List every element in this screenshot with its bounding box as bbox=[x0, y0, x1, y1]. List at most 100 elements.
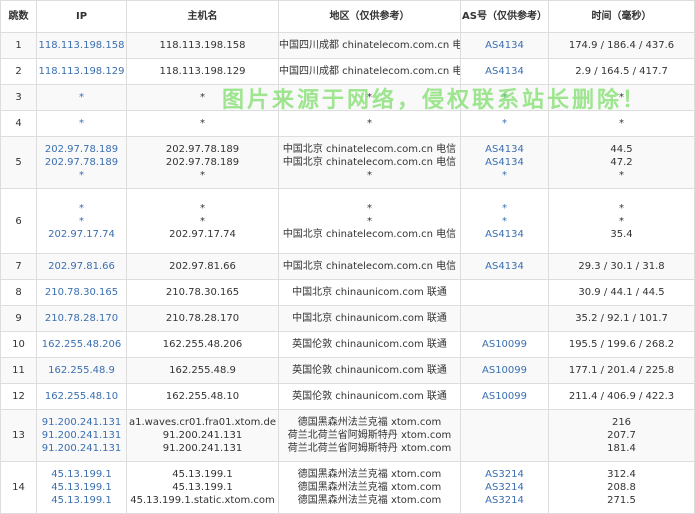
region-line: * bbox=[367, 202, 372, 214]
time-line: 208.8 bbox=[607, 482, 636, 493]
ip-cell: 210.78.28.170 bbox=[36, 305, 127, 332]
host-line: 45.13.199.1.static.xtom.com bbox=[130, 495, 275, 506]
ip-line: * bbox=[79, 202, 84, 214]
region-line: * bbox=[367, 92, 372, 103]
region-line: 英国伦敦 chinaunicom.com 联通 bbox=[292, 391, 447, 402]
ip-line: 162.255.48.206 bbox=[41, 339, 122, 350]
time-cell: 29.3 / 30.1 / 31.8 bbox=[548, 253, 695, 280]
ip-line: 162.255.48.9 bbox=[48, 365, 115, 376]
region-cell: 中国北京 chinaunicom.com 联通 bbox=[278, 279, 461, 306]
ip-cell: * * 202.97.17.74 bbox=[36, 188, 127, 254]
table-row: 1 118.113.198.158 118.113.198.158 中国四川成都 ch… bbox=[0, 32, 695, 59]
as-cell: AS4134 bbox=[460, 253, 549, 280]
region-line: * bbox=[367, 118, 372, 129]
region-line: 德国黑森州法兰克福 xtom.com bbox=[297, 417, 442, 428]
hop-cell: 12 bbox=[0, 383, 37, 410]
header-time: 时间（毫秒） bbox=[548, 0, 695, 33]
host-line: 91.200.241.131 bbox=[162, 443, 243, 454]
host-line: 202.97.81.66 bbox=[169, 261, 236, 272]
time-line: * bbox=[619, 202, 624, 214]
time-line: 29.3 / 30.1 / 31.8 bbox=[578, 261, 665, 272]
time-cell: * * 35.4 bbox=[548, 188, 695, 254]
region-line: 中国四川成都 chinatelecom.com.cn 电信 bbox=[279, 40, 461, 51]
region-line: * bbox=[367, 215, 372, 227]
as-cell: ​ bbox=[460, 279, 549, 306]
table-row: 7 202.97.81.66 202.97.81.66 中国北京 chinatelec… bbox=[0, 253, 695, 280]
traceroute-table: 跳数 IP 主机名 地区（仅供参考） AS号（仅供参考） 时间（毫秒） 1 118… bbox=[0, 0, 695, 514]
time-line: 181.4 bbox=[607, 443, 636, 454]
region-line: 中国四川成都 chinatelecom.com.cn 电信 bbox=[279, 66, 461, 77]
ip-line: 202.97.17.74 bbox=[48, 228, 115, 240]
host-cell: 118.113.198.129 bbox=[126, 58, 279, 85]
as-cell: AS10099 bbox=[460, 357, 549, 384]
ip-cell: 118.113.198.158 bbox=[36, 32, 127, 59]
as-line: * bbox=[502, 170, 507, 181]
as-cell: AS4134 bbox=[460, 58, 549, 85]
ip-line: 202.97.78.189 bbox=[44, 144, 119, 155]
time-cell: 30.9 / 44.1 / 44.5 bbox=[548, 279, 695, 306]
ip-cell: 45.13.199.1 45.13.199.1 45.13.199.1 bbox=[36, 461, 127, 514]
as-line: * bbox=[502, 92, 507, 103]
region-cell: 英国伦敦 chinaunicom.com 联通 bbox=[278, 383, 461, 410]
hop-cell: 4 bbox=[0, 110, 37, 137]
hop-cell: 7 bbox=[0, 253, 37, 280]
region-cell: * * 中国北京 chinatelecom.com.cn 电信 bbox=[278, 188, 461, 254]
table-row: 3 * * * * * bbox=[0, 84, 695, 111]
time-cell: * bbox=[548, 84, 695, 111]
as-cell: * bbox=[460, 84, 549, 111]
table-row: 14 45.13.199.1 45.13.199.1 45.13.199.1 45.13… bbox=[0, 461, 695, 514]
region-line: 英国伦敦 chinaunicom.com 联通 bbox=[292, 365, 447, 376]
as-line: AS4134 bbox=[485, 157, 524, 168]
as-line: AS3214 bbox=[485, 469, 524, 480]
ip-line: 202.97.81.66 bbox=[48, 261, 115, 272]
time-line: 30.9 / 44.1 / 44.5 bbox=[578, 287, 665, 298]
ip-line: * bbox=[79, 170, 84, 181]
as-line: AS3214 bbox=[485, 482, 524, 493]
as-line: AS3214 bbox=[485, 495, 524, 506]
ip-line: 118.113.198.158 bbox=[38, 40, 125, 51]
hop-cell: 3 bbox=[0, 84, 37, 111]
ip-cell: 202.97.81.66 bbox=[36, 253, 127, 280]
table-row: 6 * * 202.97.17.74 * * 202.97.17.74 * * 中国北京 chin… bbox=[0, 188, 695, 254]
table-row: 12 162.255.48.10 162.255.48.10 英国伦敦 chinaun… bbox=[0, 383, 695, 410]
as-cell: AS10099 bbox=[460, 331, 549, 358]
hop-cell: 6 bbox=[0, 188, 37, 254]
region-cell: 德国黑森州法兰克福 xtom.com 德国黑森州法兰克福 xtom.com 德国黑森… bbox=[278, 461, 461, 514]
region-line: * bbox=[367, 170, 372, 181]
table-row: 13 91.200.241.131 91.200.241.131 91.200.241… bbox=[0, 409, 695, 462]
time-line: 35.2 / 92.1 / 101.7 bbox=[575, 313, 668, 324]
host-cell: 162.255.48.10 bbox=[126, 383, 279, 410]
as-line: AS4134 bbox=[485, 261, 524, 272]
region-line: 荷兰北荷兰省阿姆斯特丹 xtom.com bbox=[287, 443, 452, 454]
time-cell: 312.4 208.8 271.5 bbox=[548, 461, 695, 514]
ip-cell: 118.113.198.129 bbox=[36, 58, 127, 85]
table-body: 1 118.113.198.158 118.113.198.158 中国四川成都 ch… bbox=[0, 32, 695, 514]
ip-cell: 91.200.241.131 91.200.241.131 91.200.241.1… bbox=[36, 409, 127, 462]
as-cell: ​​​ bbox=[460, 409, 549, 462]
as-line: * bbox=[502, 215, 507, 227]
time-cell: 44.5 47.2 * bbox=[548, 136, 695, 189]
as-line: AS10099 bbox=[482, 339, 527, 350]
ip-line: 118.113.198.129 bbox=[38, 66, 125, 77]
as-cell: ​ bbox=[460, 305, 549, 332]
region-line: 中国北京 chinaunicom.com 联通 bbox=[292, 313, 447, 324]
host-cell: a1.waves.cr01.fra01.xtom.de 91.200.241.13… bbox=[126, 409, 279, 462]
host-line: * bbox=[200, 92, 205, 103]
ip-line: 210.78.30.165 bbox=[44, 287, 119, 298]
hop-cell: 10 bbox=[0, 331, 37, 358]
region-line: 中国北京 chinaunicom.com 联通 bbox=[292, 287, 447, 298]
time-cell: 35.2 / 92.1 / 101.7 bbox=[548, 305, 695, 332]
region-cell: * bbox=[278, 84, 461, 111]
ip-cell: 162.255.48.9 bbox=[36, 357, 127, 384]
ip-line: * bbox=[79, 118, 84, 129]
region-cell: 中国北京 chinaunicom.com 联通 bbox=[278, 305, 461, 332]
region-line: 德国黑森州法兰克福 xtom.com bbox=[297, 495, 442, 506]
host-cell: 45.13.199.1 45.13.199.1 45.13.199.1.static… bbox=[126, 461, 279, 514]
time-line: 44.5 bbox=[610, 144, 633, 155]
region-cell: 中国北京 chinatelecom.com.cn 电信 bbox=[278, 253, 461, 280]
table-header-row: 跳数 IP 主机名 地区（仅供参考） AS号（仅供参考） 时间（毫秒） bbox=[0, 0, 695, 33]
region-cell: * bbox=[278, 110, 461, 137]
time-line: 211.4 / 406.9 / 422.3 bbox=[568, 391, 675, 402]
time-line: 47.2 bbox=[610, 157, 633, 168]
region-line: 中国北京 chinatelecom.com.cn 电信 bbox=[282, 157, 457, 168]
